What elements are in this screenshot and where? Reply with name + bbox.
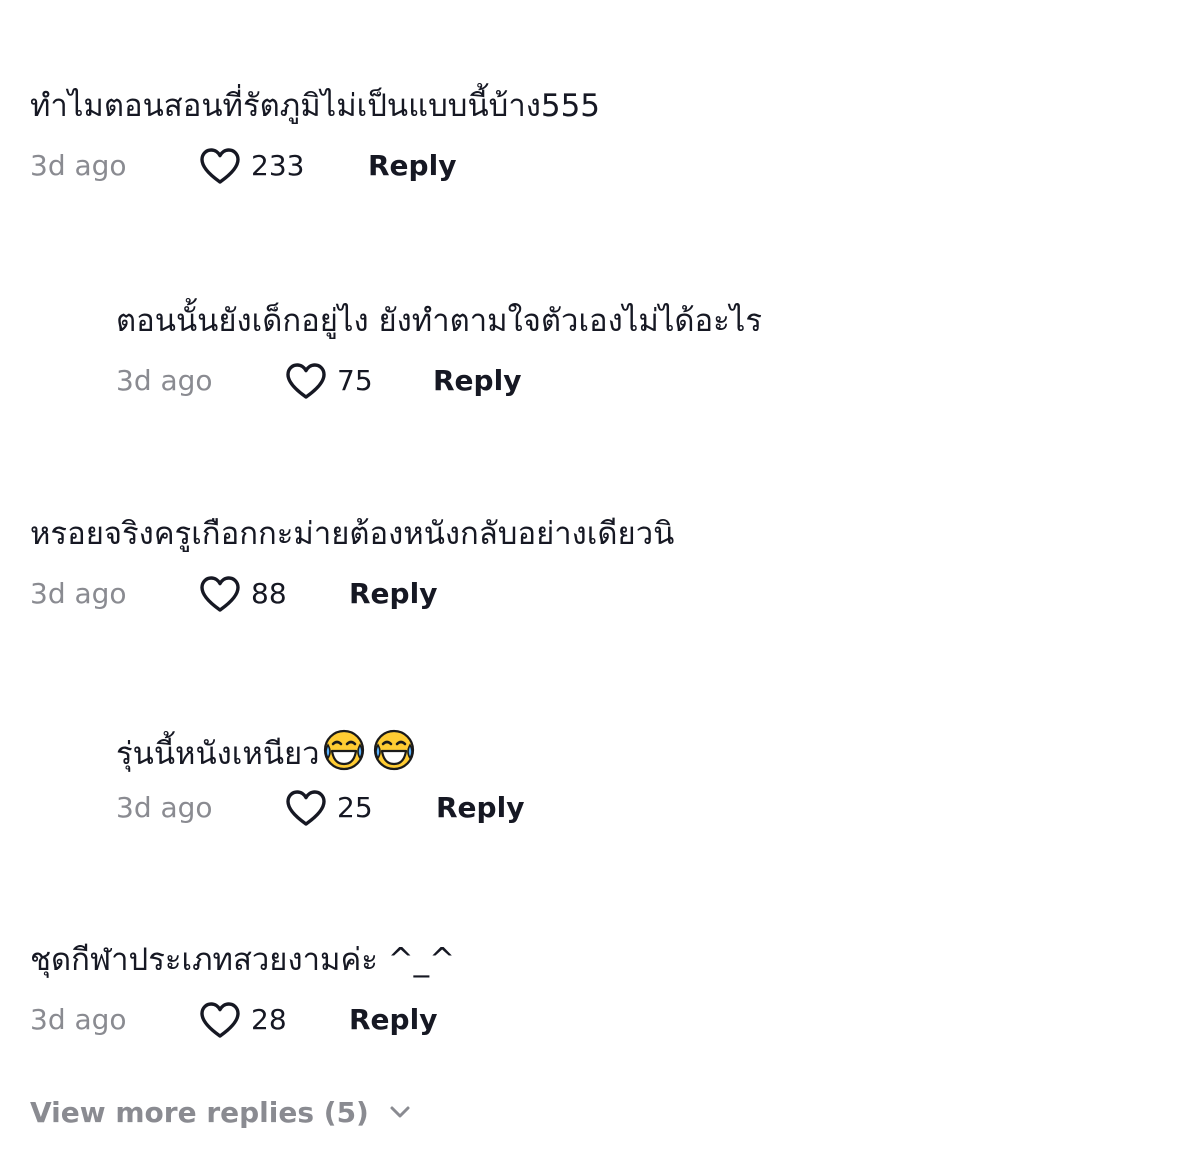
reply-button[interactable]: Reply <box>349 1000 437 1040</box>
view-more-replies-button[interactable]: View more replies (5) <box>30 1091 413 1133</box>
like-count: 25 <box>337 791 373 824</box>
reply-button[interactable]: Reply <box>433 361 521 401</box>
reply-button[interactable]: Reply <box>368 146 456 186</box>
comment-timestamp: 3d ago <box>116 791 213 824</box>
face-with-tears-of-joy-icon <box>323 729 364 771</box>
heart-outline-icon <box>286 363 326 399</box>
face-with-tears-of-joy-icon <box>373 729 414 771</box>
like-count: 88 <box>251 577 287 610</box>
comment-text: หรอยจริงครูเกือกกะม่ายต้องหนังกลับอย่างเ… <box>30 516 675 552</box>
heart-outline-icon <box>200 1002 240 1038</box>
comment-text: รุ่นนี้หนังเหนียว <box>116 736 320 772</box>
comment-text-line: รุ่นนี้หนังเหนียว <box>116 728 416 774</box>
like-button[interactable]: 25 <box>284 788 373 828</box>
heart-outline-icon <box>286 790 326 826</box>
like-button[interactable]: 75 <box>284 361 373 401</box>
heart-outline-icon <box>200 148 240 184</box>
like-button[interactable]: 233 <box>198 146 304 186</box>
comment-timestamp: 3d ago <box>30 149 127 182</box>
like-button[interactable]: 28 <box>198 1000 287 1040</box>
comment-timestamp: 3d ago <box>30 577 127 610</box>
heart-outline-icon <box>200 576 240 612</box>
like-count: 75 <box>337 364 373 397</box>
like-button[interactable]: 88 <box>198 574 287 614</box>
comment-timestamp: 3d ago <box>116 364 213 397</box>
chevron-down-icon <box>390 1106 410 1118</box>
like-count: 28 <box>251 1003 287 1036</box>
comment-text: ชุดกีฬาประเภทสวยงามค่ะ ^_^ <box>30 942 456 978</box>
reply-button[interactable]: Reply <box>349 574 437 614</box>
view-more-replies-label: View more replies (5) <box>30 1095 369 1129</box>
reply-button[interactable]: Reply <box>436 788 524 828</box>
like-count: 233 <box>251 149 305 182</box>
comment-text: ทำไมตอนสอนที่รัตภูมิไม่เป็นแบบนี้บ้าง555 <box>30 88 601 124</box>
comment-text: ตอนนั้นยังเด็กอยู่ไง ยังทำตามใจตัวเองไม่… <box>116 303 763 339</box>
comment-timestamp: 3d ago <box>30 1003 127 1036</box>
